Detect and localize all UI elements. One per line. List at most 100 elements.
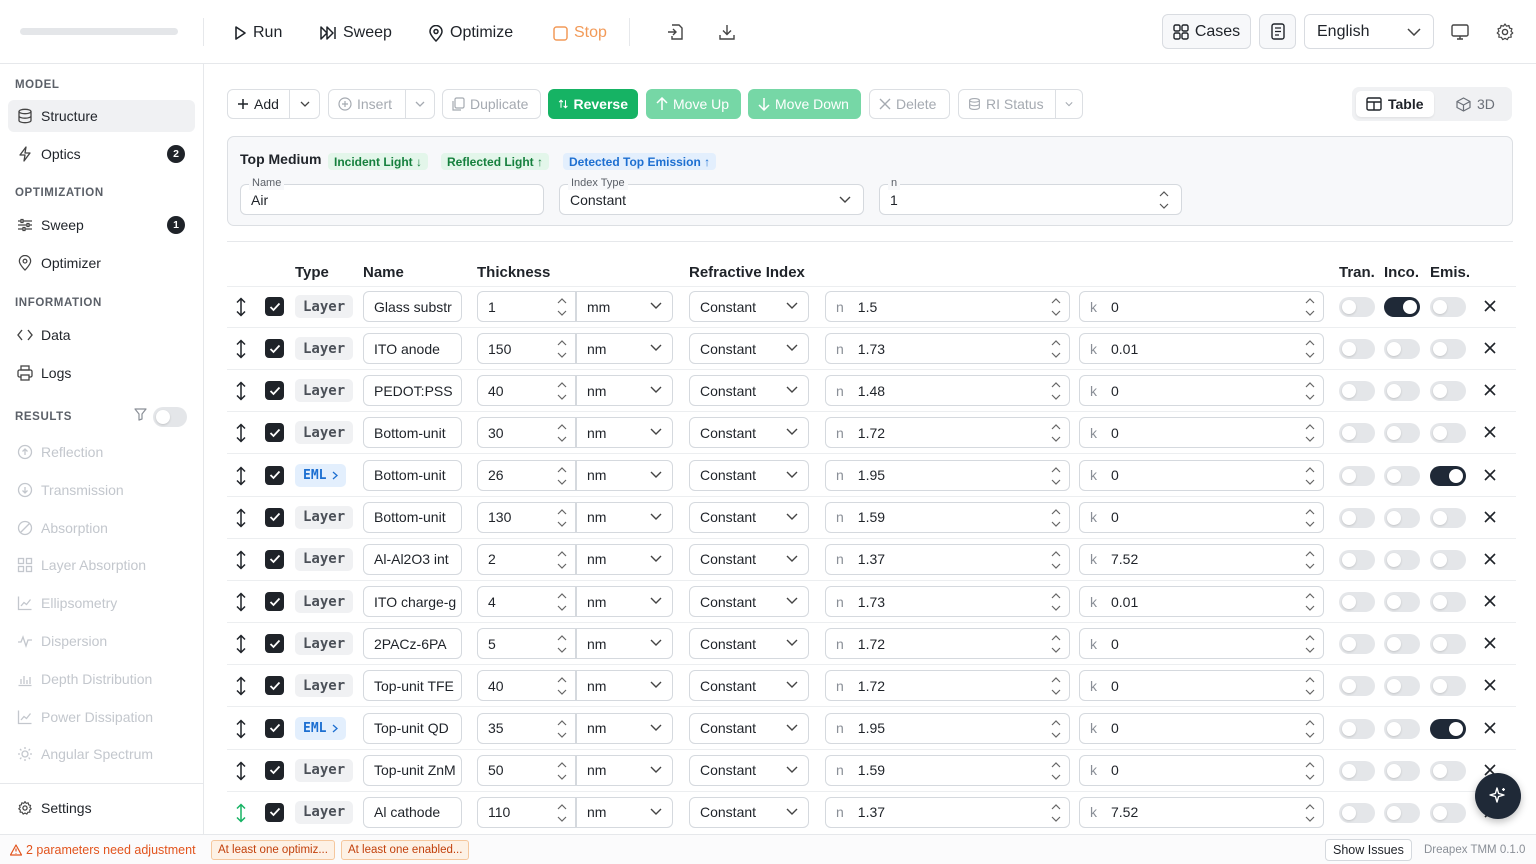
tran-toggle[interactable] [1339, 718, 1375, 739]
layer-name-input[interactable]: Bottom-unit [363, 501, 462, 533]
thickness-unit-select[interactable]: nm [576, 796, 673, 828]
cases-button[interactable]: Cases [1162, 14, 1251, 49]
insert-button[interactable]: Insert [328, 89, 406, 119]
k-input[interactable]: k0 [1079, 754, 1324, 786]
move-up-button[interactable]: Move Up [646, 89, 741, 119]
drag-handle-icon[interactable] [235, 381, 247, 401]
stepper-icon[interactable] [1051, 465, 1061, 487]
medium-name-field[interactable]: Name Air [240, 177, 544, 215]
n-input[interactable]: n 1.95 [825, 712, 1070, 744]
thickness-unit-select[interactable]: nm [576, 586, 673, 618]
stepper-icon[interactable] [1051, 675, 1061, 697]
inco-toggle[interactable] [1384, 760, 1420, 781]
reverse-button[interactable]: Reverse [548, 89, 638, 119]
k-input[interactable]: k0 [1079, 291, 1324, 322]
layer-type-tag[interactable]: EML [295, 463, 347, 487]
inco-toggle[interactable] [1384, 465, 1420, 486]
row-enabled-checkbox[interactable] [265, 592, 284, 612]
layer-name-input[interactable]: Al-Al2O3 int [363, 543, 462, 575]
emis-toggle[interactable] [1430, 760, 1466, 781]
row-enabled-checkbox[interactable] [265, 718, 284, 738]
stepper-icon[interactable] [557, 675, 567, 697]
add-button[interactable]: Add [227, 89, 290, 119]
close-icon[interactable] [1483, 510, 1497, 524]
emis-toggle[interactable] [1430, 634, 1466, 655]
stepper-icon[interactable] [557, 549, 567, 571]
n-input[interactable]: n 1.95 [825, 459, 1070, 491]
drag-handle-icon[interactable] [235, 803, 247, 823]
stepper-icon[interactable] [1305, 422, 1315, 444]
thickness-unit-select[interactable]: nm [576, 501, 673, 533]
inco-toggle[interactable] [1384, 339, 1420, 360]
inco-toggle[interactable] [1384, 718, 1420, 739]
stepper-icon[interactable] [1305, 633, 1315, 655]
stepper-icon[interactable] [557, 633, 567, 655]
inco-toggle[interactable] [1384, 634, 1420, 655]
sidebar-item-sweep[interactable]: Sweep 1 [8, 209, 195, 241]
stepper-icon[interactable] [1305, 591, 1315, 613]
k-input[interactable]: k0 [1079, 712, 1324, 744]
n-input[interactable]: n 1.48 [825, 375, 1070, 407]
view-3d-button[interactable]: 3D [1446, 91, 1505, 117]
n-input[interactable]: n 1.73 [825, 333, 1070, 365]
import-icon[interactable] [665, 22, 685, 42]
table-row[interactable]: EML Top-unit QD 35 nm Constant n 1.95 k 0 [227, 708, 1516, 750]
close-icon[interactable] [1483, 721, 1497, 735]
layer-name-input[interactable]: Al cathode [363, 796, 462, 828]
drag-handle-icon[interactable] [235, 676, 247, 696]
k-input[interactable]: k0 [1079, 501, 1324, 533]
drag-handle-icon[interactable] [235, 297, 247, 317]
sidebar-item-settings[interactable]: Settings [8, 792, 195, 824]
drag-handle-icon[interactable] [235, 634, 247, 654]
row-enabled-checkbox[interactable] [265, 549, 284, 569]
stepper-icon[interactable] [1051, 633, 1061, 655]
row-enabled-checkbox[interactable] [265, 381, 284, 401]
emis-toggle[interactable] [1430, 592, 1466, 613]
thickness-input[interactable]: 150 [477, 333, 576, 365]
tran-toggle[interactable] [1339, 802, 1375, 823]
thickness-input[interactable]: 30 [477, 417, 576, 449]
stepper-icon[interactable] [1305, 296, 1315, 318]
layer-name-input[interactable]: PEDOT:PSS [363, 375, 462, 407]
close-icon[interactable] [1483, 552, 1497, 566]
n-input[interactable]: n 1.72 [825, 628, 1070, 660]
drag-handle-icon[interactable] [235, 466, 247, 486]
index-type-select[interactable]: Constant [689, 501, 809, 533]
table-row[interactable]: Layer Al cathode 110 nm Constant n 1.37 k 7.52 [227, 792, 1516, 834]
stepper-icon[interactable] [1051, 591, 1061, 613]
close-icon[interactable] [1483, 468, 1497, 482]
layer-type-tag[interactable]: EML [295, 716, 347, 740]
thickness-input[interactable]: 26 [477, 459, 576, 491]
stepper-icon[interactable] [1305, 675, 1315, 697]
table-row[interactable]: Layer Al-Al2O3 int 2 nm Constant n 1.37 k 7.52 [227, 539, 1516, 581]
k-input[interactable]: k0 [1079, 670, 1324, 702]
stepper-icon[interactable] [1305, 549, 1315, 571]
ri-status-dropdown-button[interactable] [1055, 89, 1083, 119]
emis-toggle[interactable] [1430, 718, 1466, 739]
inco-toggle[interactable] [1384, 423, 1420, 444]
close-icon[interactable] [1483, 678, 1497, 692]
index-type-select[interactable]: Constant [689, 543, 809, 575]
sidebar-item-optimizer[interactable]: Optimizer [8, 247, 195, 279]
tran-toggle[interactable] [1339, 592, 1375, 613]
drag-handle-icon[interactable] [235, 718, 247, 739]
sidebar-item-angular-spectrum[interactable]: Angular Spectrum [8, 738, 195, 770]
index-type-select[interactable]: Constant [689, 670, 809, 702]
stepper-icon[interactable] [557, 422, 567, 444]
close-icon[interactable] [1483, 299, 1497, 313]
drag-handle-icon[interactable] [235, 423, 247, 443]
index-type-select[interactable]: Constant [689, 333, 809, 365]
index-type-select[interactable]: Constant [689, 754, 809, 786]
stepper-icon[interactable] [557, 296, 567, 318]
inco-toggle[interactable] [1384, 549, 1420, 570]
emis-toggle[interactable] [1430, 381, 1466, 402]
stepper-icon[interactable] [557, 760, 567, 782]
row-enabled-checkbox[interactable] [265, 465, 284, 485]
stepper-icon[interactable] [1051, 718, 1061, 740]
stepper-icon[interactable] [557, 718, 567, 740]
n-input[interactable]: n 1.73 [825, 586, 1070, 618]
row-enabled-checkbox[interactable] [265, 802, 284, 822]
sidebar-item-power-dissipation[interactable]: Power Dissipation [8, 701, 195, 733]
drag-handle-icon[interactable] [235, 761, 247, 781]
move-down-button[interactable]: Move Down [748, 89, 861, 119]
